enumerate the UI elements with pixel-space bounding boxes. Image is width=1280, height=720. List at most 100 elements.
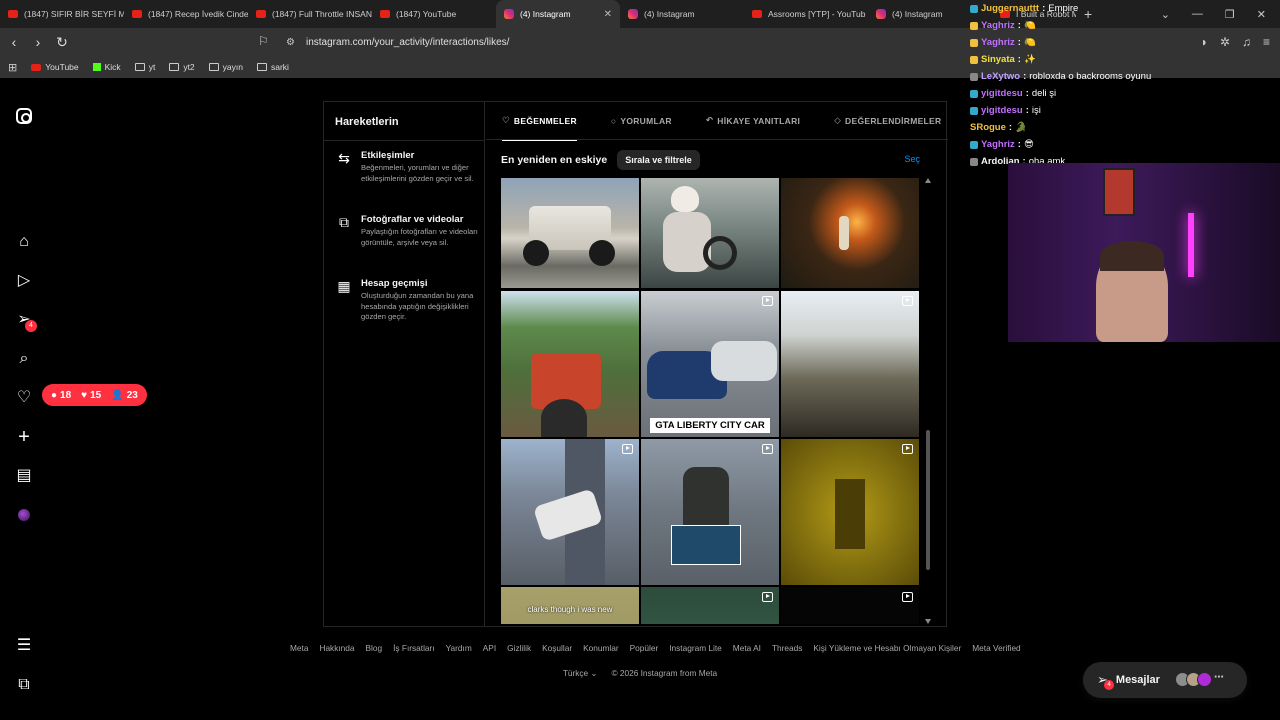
sort-row: En yeniden en eskiye Sırala ve filtrele [501, 150, 700, 170]
liked-post-thumbnail[interactable]: clarks though i was new [501, 587, 639, 624]
reels-icon[interactable]: ▷ [14, 271, 34, 291]
apps-grid-icon[interactable]: ⊞ [8, 61, 17, 74]
footer-link[interactable]: Popüler [630, 643, 659, 653]
browser-tab[interactable]: (1847) SIFIR BİR SEYFİ MÜ [0, 0, 124, 28]
menu-interactions[interactable]: ⇆ Etkileşimler Beğenmeleri, yorumları ve … [335, 150, 480, 184]
footer-link[interactable]: Gizlilik [507, 643, 531, 653]
menu-account-history[interactable]: ▦ Hesap geçmişi Oluşturduğun zamandan bu … [335, 278, 480, 323]
liked-post-thumbnail[interactable] [781, 439, 919, 585]
footer-link[interactable]: Meta Verified [972, 643, 1020, 653]
follows-count: 👤 23 [111, 389, 138, 401]
browser-tab[interactable]: (1847) YouTube [372, 0, 496, 28]
create-icon[interactable]: + [14, 427, 34, 447]
conversation-avatars: ⋯ [1175, 672, 1224, 687]
footer-link[interactable]: API [483, 643, 496, 653]
footer-link[interactable]: Konumlar [583, 643, 619, 653]
liked-post-thumbnail[interactable] [501, 439, 639, 585]
also-from-meta-icon[interactable]: ⧉ [14, 675, 34, 695]
liked-post-thumbnail[interactable] [781, 291, 919, 437]
tab-comments[interactable]: ○ YORUMLAR [611, 102, 672, 140]
activity-sidebar: Hareketlerin ⇆ Etkileşimler Beğenmeleri, … [324, 102, 485, 626]
search-icon[interactable]: ⌕ [14, 349, 34, 369]
scroll-up-icon[interactable] [925, 178, 931, 183]
sort-filter-button[interactable]: Sırala ve filtrele [617, 150, 700, 170]
select-link[interactable]: Seç [904, 154, 920, 164]
browser-tab[interactable]: (1847) Full Throttle INSAN [248, 0, 372, 28]
forward-icon[interactable]: › [28, 34, 48, 50]
bookmark-kick[interactable]: Kick [92, 62, 121, 72]
bookmark-folder-yt[interactable]: yt [134, 62, 155, 72]
messages-button[interactable]: ➢ 4 Mesajlar ⋯ [1083, 662, 1247, 698]
footer-link[interactable]: Meta AI [733, 643, 761, 653]
your-activity-panel: Hareketlerin ⇆ Etkileşimler Beğenmeleri, … [323, 101, 948, 627]
bookmark-icon[interactable]: ⚐ [258, 34, 269, 48]
footer-link[interactable]: Meta [290, 643, 308, 653]
home-icon[interactable]: ⌂ [14, 232, 34, 252]
footer-link[interactable]: Hakkında [319, 643, 354, 653]
likes-count: ♥ 15 [81, 389, 102, 401]
grid-scrollbar[interactable] [925, 178, 931, 624]
activity-tabs: ♡ BEĞENMELER ○ YORUMLAR ↶ HİKAYE YANITLARI … [486, 102, 948, 141]
site-info-icon[interactable]: ⚙ [286, 37, 295, 48]
bookmark-youtube[interactable]: YouTube [31, 62, 79, 72]
browser-tab[interactable]: (1847) Recep İvedik Cinde [124, 0, 248, 28]
badge-icon [970, 89, 978, 98]
instagram-icon [876, 9, 886, 19]
tab-story-replies[interactable]: ↶ HİKAYE YANITLARI [706, 102, 800, 140]
liked-post-thumbnail[interactable] [501, 178, 639, 288]
emote-icon: 😎 [1023, 139, 1034, 150]
footer-link[interactable]: Instagram Lite [669, 643, 722, 653]
person-icon: 👤 [111, 389, 124, 401]
instagram-logo-icon[interactable] [16, 108, 32, 124]
bookmark-folder-yt2[interactable]: yt2 [169, 62, 195, 72]
footer-link[interactable]: Threads [772, 643, 802, 653]
profile-avatar[interactable] [18, 509, 30, 521]
browser-tab[interactable]: (4) Instagram [620, 0, 744, 28]
reel-icon [902, 296, 913, 306]
footer-link[interactable]: İş Fırsatları [393, 643, 435, 653]
back-icon[interactable]: ‹ [4, 34, 24, 50]
footer-link[interactable]: Yardım [446, 643, 472, 653]
footer-links: Meta Hakkında Blog İş Fırsatları Yardım … [290, 643, 1021, 653]
reload-icon[interactable]: ↻ [52, 34, 72, 51]
instagram-icon [628, 9, 638, 19]
tab-reviews[interactable]: ◇ DEĞERLENDİRMELER [834, 102, 941, 140]
bookmark-folder-sarki[interactable]: sarki [256, 62, 289, 72]
menu-photos-videos[interactable]: ⧉ Fotoğraflar ve videolar Paylaştığın fot… [335, 214, 480, 248]
tab-likes[interactable]: ♡ BEĞENMELER [502, 102, 577, 141]
liked-post-thumbnail[interactable]: GTA LIBERTY CITY CAR [641, 291, 779, 437]
scroll-down-icon[interactable] [925, 619, 931, 624]
liked-post-thumbnail[interactable] [641, 587, 779, 624]
chat-message: yigitdesu: deli şi [970, 85, 1280, 102]
badge-icon [970, 38, 978, 47]
close-tab-icon[interactable]: ✕ [604, 9, 612, 20]
footer-link[interactable]: Kişi Yükleme ve Hesabı Olmayan Kişiler [813, 643, 961, 653]
notification-pill[interactable]: ● 18 ♥ 15 👤 23 [42, 384, 147, 406]
bookmark-folder-yayin[interactable]: yayın [208, 62, 243, 72]
scroll-thumb[interactable] [926, 430, 930, 570]
liked-post-thumbnail[interactable] [641, 178, 779, 288]
chat-message: SRogue: 🐊 [970, 119, 1280, 136]
reel-icon [902, 444, 913, 454]
youtube-icon [132, 10, 142, 18]
comment-icon: ● [51, 389, 58, 401]
footer-link[interactable]: Koşullar [542, 643, 572, 653]
chevron-down-icon: ⌄ [590, 668, 598, 678]
browser-tab[interactable]: Assrooms [YTP] - YouTub [744, 0, 868, 28]
address-bar[interactable]: ⚙ instagram.com/your_activity/interactio… [280, 31, 970, 53]
browser-tab-active[interactable]: (4) Instagram ✕ [496, 0, 620, 28]
messages-count-badge: 4 [1104, 680, 1114, 690]
language-select[interactable]: Türkçe ⌄ [563, 668, 598, 678]
more-menu-icon[interactable]: ☰ [14, 636, 34, 656]
liked-post-thumbnail[interactable] [781, 178, 919, 288]
sort-order-label: En yeniden en eskiye [501, 154, 608, 166]
chat-message: yigitdesu: işi [970, 102, 1280, 119]
youtube-icon [752, 10, 762, 18]
emote-icon: 🍋 [1023, 20, 1036, 31]
liked-post-thumbnail[interactable] [641, 439, 779, 585]
dashboard-icon[interactable]: ▤ [14, 466, 34, 486]
liked-post-thumbnail[interactable] [781, 587, 919, 624]
footer-link[interactable]: Blog [366, 643, 383, 653]
notifications-heart-icon[interactable]: ♡ [14, 388, 34, 408]
liked-post-thumbnail[interactable] [501, 291, 639, 437]
